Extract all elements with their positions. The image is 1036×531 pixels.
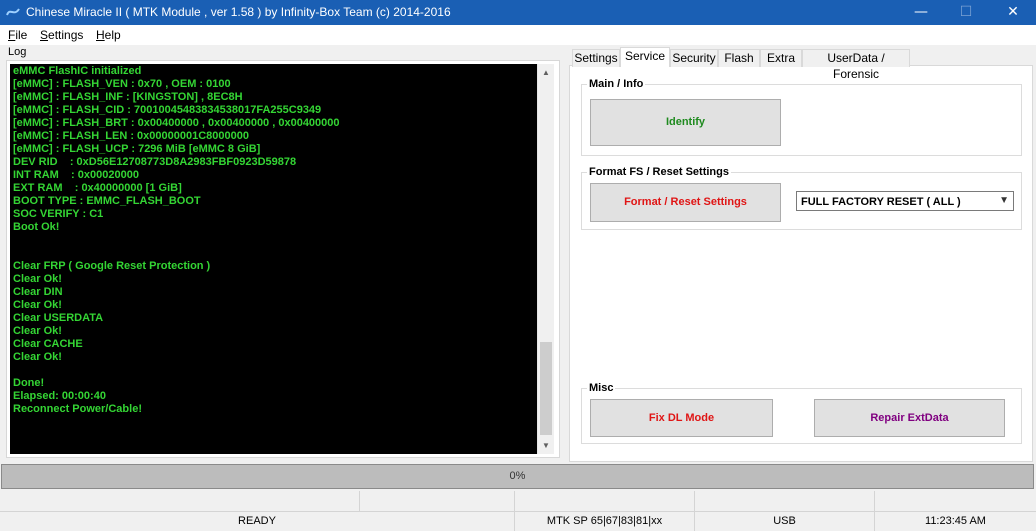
log-line: [eMMC] : FLASH_UCP : 7296 MiB [eMMC 8 Gi… <box>13 143 261 155</box>
scroll-down-icon[interactable]: ▼ <box>538 437 554 454</box>
tab-security[interactable]: Security <box>670 49 718 67</box>
fix-dl-mode-button[interactable]: Fix DL Mode <box>590 399 773 437</box>
status-platform: MTK SP 65|67|83|81|xx <box>515 511 695 531</box>
log-line: INT RAM : 0x00020000 <box>13 169 139 181</box>
close-button[interactable]: ✕ <box>990 0 1036 25</box>
scroll-thumb[interactable] <box>540 342 552 435</box>
status-time: 11:23:45 AM <box>925 515 986 527</box>
log-line: [eMMC] : FLASH_CID : 7001004548383453801… <box>13 104 322 116</box>
log-label: Log <box>8 46 27 58</box>
log-line: [eMMC] : FLASH_VEN : 0x70 , OEM : 0100 <box>13 78 231 90</box>
tab-service[interactable]: Service <box>620 47 670 67</box>
title-bar: Chinese Miracle II ( MTK Module , ver 1.… <box>0 0 1036 25</box>
log-line: Reconnect Power/Cable! <box>13 403 142 415</box>
menu-help[interactable]: Help <box>96 28 121 42</box>
log-lines: eMMC FlashIC initialized [eMMC] : FLASH_V… <box>13 65 340 416</box>
log-line: Done! <box>13 377 45 389</box>
log-scrollbar[interactable]: ▲ ▼ <box>537 64 554 454</box>
tab-settings[interactable]: Settings <box>572 49 620 67</box>
status-bar: READY MTK SP 65|67|83|81|xx USB 11:23:45… <box>0 511 1036 531</box>
log-line: [eMMC] : FLASH_BRT : 0x00400000 , 0x0040… <box>13 117 340 129</box>
misc-title: Misc <box>587 382 616 394</box>
log-line: [eMMC] : FLASH_INF : [KINGSTON] , 8EC8H <box>13 91 243 103</box>
status-row-upper <box>0 491 1036 511</box>
scroll-up-icon[interactable]: ▲ <box>538 64 554 81</box>
log-line: Clear Ok! <box>13 351 62 363</box>
log-line: eMMC FlashIC initialized <box>13 65 142 77</box>
log-line: DEV RID : 0xD56E12708773D8A2983FBF0923D5… <box>13 156 297 168</box>
tab-flash[interactable]: Flash <box>718 49 760 67</box>
log-output[interactable]: eMMC FlashIC initialized [eMMC] : FLASH_V… <box>10 64 537 454</box>
log-line: Clear USERDATA <box>13 312 104 324</box>
log-line: EXT RAM : 0x40000000 [1 GiB] <box>13 182 182 194</box>
maximize-button[interactable]: ☐ <box>943 0 989 25</box>
status-cell <box>515 491 695 511</box>
repair-extdata-button[interactable]: Repair ExtData <box>814 399 1005 437</box>
log-line: [eMMC] : FLASH_LEN : 0x00000001C8000000 <box>13 130 249 142</box>
reset-mode-value: FULL FACTORY RESET ( ALL ) <box>801 196 961 208</box>
format-reset-title: Format FS / Reset Settings <box>587 166 731 178</box>
menu-file[interactable]: File <box>8 28 27 42</box>
log-line: Clear FRP ( Google Reset Protection ) <box>13 260 211 272</box>
main-info-title: Main / Info <box>587 78 646 90</box>
app-logo-icon <box>6 8 20 16</box>
progress-bar: 0% <box>1 464 1034 489</box>
format-reset-button[interactable]: Format / Reset Settings <box>590 183 781 222</box>
log-line: Clear DIN <box>13 286 63 298</box>
menu-bar: File Settings Help <box>0 25 1036 45</box>
status-state: READY <box>0 511 515 531</box>
log-line: Clear CACHE <box>13 338 83 350</box>
identify-button[interactable]: Identify <box>590 99 781 146</box>
tab-userdata-forensic[interactable]: UserData / Forensic <box>802 49 910 81</box>
status-cell <box>360 491 515 511</box>
minimize-button[interactable]: — <box>898 0 944 25</box>
window-title: Chinese Miracle II ( MTK Module , ver 1.… <box>26 5 451 19</box>
progress-text: 0% <box>509 470 526 482</box>
log-line: BOOT TYPE : EMMC_FLASH_BOOT <box>13 195 201 207</box>
log-line: SOC VERIFY : C1 <box>13 208 104 220</box>
chevron-down-icon: ▼ <box>999 195 1009 206</box>
status-cell <box>0 491 360 511</box>
log-line: Clear Ok! <box>13 299 62 311</box>
status-connection: USB <box>695 511 875 531</box>
status-cell <box>695 491 875 511</box>
reset-mode-select[interactable]: FULL FACTORY RESET ( ALL ) ▼ <box>796 191 1014 211</box>
log-line: Elapsed: 00:00:40 <box>13 390 106 402</box>
log-line: Clear Ok! <box>13 273 62 285</box>
tab-extra[interactable]: Extra <box>760 49 802 67</box>
log-line: Boot Ok! <box>13 221 60 233</box>
log-line: Clear Ok! <box>13 325 62 337</box>
menu-settings[interactable]: Settings <box>40 28 83 42</box>
